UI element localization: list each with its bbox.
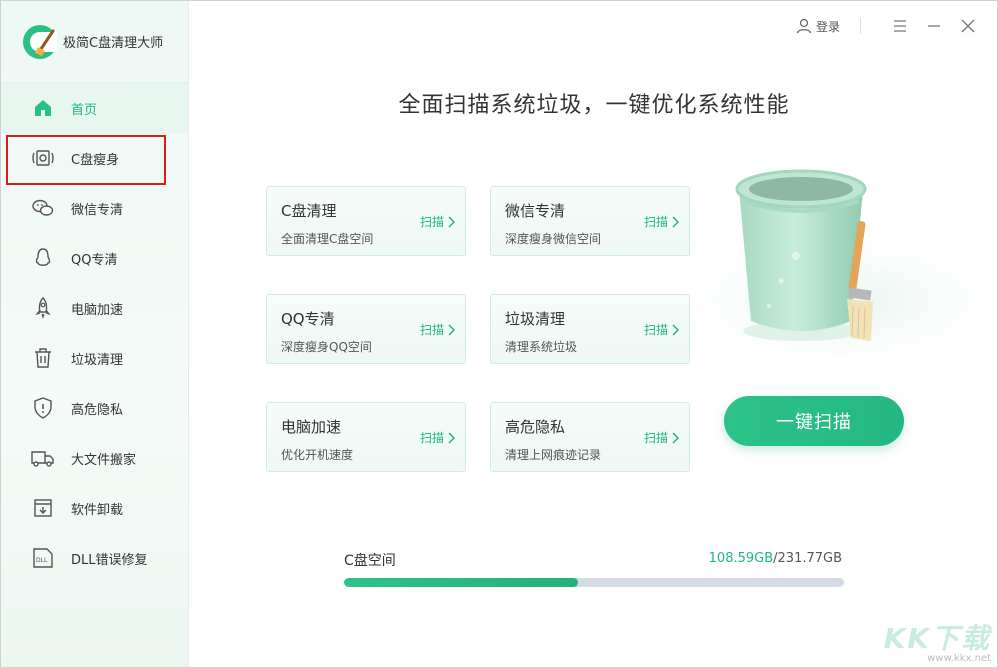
chevron-right-icon	[672, 215, 679, 228]
sidebar-item-pc-speedup[interactable]: 电脑加速	[1, 283, 188, 333]
app-window: 极简C盘清理大师 首页 C盘瘦身 微信专清 QQ专清 电脑加速 垃圾清理 高危隐…	[0, 0, 998, 668]
sidebar-item-qq[interactable]: QQ专清	[1, 233, 188, 283]
card-qq-clean[interactable]: QQ专清 深度瘦身QQ空间 扫描	[266, 294, 466, 364]
page-headline: 全面扫描系统垃圾，一键优化系统性能	[398, 93, 790, 118]
truck-icon	[31, 446, 55, 470]
sidebar-item-home[interactable]: 首页	[1, 83, 188, 133]
rocket-icon	[31, 296, 55, 320]
watermark-logo: KK下载	[883, 622, 991, 655]
chevron-right-icon	[672, 323, 679, 336]
brand: 极简C盘清理大师	[1, 1, 188, 83]
uninstall-icon	[31, 496, 55, 520]
sidebar-item-junk-clean[interactable]: 垃圾清理	[1, 333, 188, 383]
minimize-button[interactable]	[923, 15, 945, 37]
one-click-scan-button[interactable]: 一键扫描	[724, 396, 904, 446]
sidebar: 极简C盘清理大师 首页 C盘瘦身 微信专清 QQ专清 电脑加速 垃圾清理 高危隐…	[1, 1, 189, 667]
scan-label: 扫描	[643, 431, 668, 445]
sidebar-item-label: 电脑加速	[71, 302, 124, 318]
card-title: 高危隐私	[505, 418, 566, 436]
disk-slim-icon	[31, 146, 55, 170]
chevron-right-icon	[448, 431, 455, 444]
chevron-right-icon	[448, 323, 455, 336]
sidebar-item-label: C盘瘦身	[71, 152, 120, 168]
bucket-brush-illustration	[731, 161, 911, 351]
card-title: C盘清理	[281, 202, 337, 220]
disk-used: 108.59GB	[708, 551, 774, 566]
card-desc: 清理系统垃圾	[505, 340, 578, 354]
card-wechat-clean[interactable]: 微信专清 深度瘦身微信空间 扫描	[490, 186, 690, 256]
sidebar-item-uninstall[interactable]: 软件卸载	[1, 483, 188, 533]
card-pc-speedup[interactable]: 电脑加速 优化开机速度 扫描	[266, 402, 466, 472]
sidebar-item-privacy[interactable]: 高危隐私	[1, 383, 188, 433]
shield-icon	[31, 396, 55, 420]
disk-label: C盘空间	[344, 553, 396, 569]
sidebar-item-dll-repair[interactable]: DLL DLL错误修复	[1, 533, 188, 583]
scan-link[interactable]: 扫描	[644, 321, 679, 338]
close-icon	[961, 19, 975, 33]
chevron-right-icon	[672, 431, 679, 444]
close-button[interactable]	[957, 15, 979, 37]
scan-link[interactable]: 扫描	[420, 213, 455, 230]
login-button[interactable]: 登录	[796, 18, 840, 35]
watermark: KK下载 www.kkx.net	[884, 617, 991, 664]
disk-total: /231.77GB	[773, 551, 842, 566]
sidebar-item-label: QQ专清	[71, 252, 118, 268]
card-desc: 清理上网痕迹记录	[505, 448, 602, 462]
card-privacy[interactable]: 高危隐私 清理上网痕迹记录 扫描	[490, 402, 690, 472]
scan-label: 扫描	[419, 215, 444, 229]
login-label: 登录	[815, 19, 840, 34]
menu-button[interactable]	[889, 15, 911, 37]
sidebar-item-large-file-move[interactable]: 大文件搬家	[1, 433, 188, 483]
card-desc: 深度瘦身微信空间	[505, 232, 602, 246]
scan-label: 扫描	[419, 431, 444, 445]
card-title: 电脑加速	[281, 418, 342, 436]
sidebar-item-c-disk-slim[interactable]: C盘瘦身	[1, 133, 188, 185]
scan-link[interactable]: 扫描	[644, 429, 679, 446]
card-desc: 深度瘦身QQ空间	[281, 340, 372, 354]
card-title: 微信专清	[505, 202, 566, 220]
sidebar-nav: 首页 C盘瘦身 微信专清 QQ专清 电脑加速 垃圾清理 高危隐私 大文件搬家 软…	[1, 83, 188, 583]
scan-label: 扫描	[419, 323, 444, 337]
scan-label: 扫描	[643, 215, 668, 229]
menu-icon	[894, 20, 906, 32]
sidebar-item-label: 微信专清	[71, 202, 124, 218]
sidebar-item-label: 首页	[71, 102, 98, 118]
card-c-disk-clean[interactable]: C盘清理 全面清理C盘空间 扫描	[266, 186, 466, 256]
sidebar-item-label: 软件卸载	[71, 502, 124, 518]
dll-icon: DLL	[31, 546, 55, 570]
home-icon	[31, 96, 55, 120]
card-title: QQ专清	[281, 310, 335, 328]
chevron-right-icon	[448, 215, 455, 228]
disk-usage-bar	[344, 578, 844, 587]
svg-text:DLL: DLL	[36, 557, 48, 564]
card-desc: 优化开机速度	[281, 448, 354, 462]
card-junk-clean[interactable]: 垃圾清理 清理系统垃圾 扫描	[490, 294, 690, 364]
scan-link[interactable]: 扫描	[420, 321, 455, 338]
card-desc: 全面清理C盘空间	[281, 232, 374, 246]
title-bar-divider	[860, 18, 861, 34]
card-title: 垃圾清理	[505, 310, 566, 328]
qq-icon	[31, 246, 55, 270]
minimize-icon	[928, 25, 940, 27]
disk-usage-fill	[344, 578, 579, 587]
sidebar-item-label: 高危隐私	[71, 402, 124, 418]
trash-icon	[31, 346, 55, 370]
wechat-icon	[31, 196, 55, 220]
scan-link[interactable]: 扫描	[420, 429, 455, 446]
sidebar-item-wechat[interactable]: 微信专清	[1, 183, 188, 233]
app-logo-icon	[21, 23, 59, 61]
sidebar-item-label: DLL错误修复	[71, 552, 148, 568]
sidebar-item-label: 大文件搬家	[71, 452, 137, 468]
scan-label: 扫描	[643, 323, 668, 337]
app-name: 极简C盘清理大师	[63, 36, 164, 51]
user-icon	[796, 18, 812, 34]
scan-link[interactable]: 扫描	[644, 213, 679, 230]
sidebar-item-label: 垃圾清理	[71, 352, 124, 368]
disk-usage-values: 108.59GB/231.77GB	[709, 551, 842, 566]
title-bar: 登录	[796, 1, 997, 51]
